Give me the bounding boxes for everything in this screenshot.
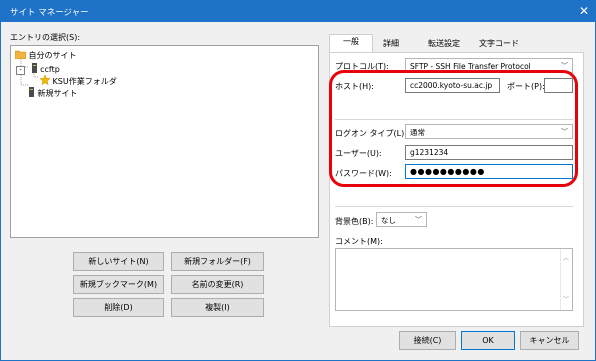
close-icon[interactable]: ✕ [579, 4, 589, 18]
server-icon [29, 87, 34, 97]
tab-advanced[interactable]: 詳細 [373, 37, 409, 51]
comment-textarea[interactable]: ︿ ﹀ [335, 248, 573, 311]
new-bookmark-button[interactable]: 新規ブックマーク(M) [73, 275, 164, 294]
chevron-down-icon: ﹀ [415, 216, 422, 224]
rename-button[interactable]: 名前の変更(R) [171, 275, 264, 294]
scrollbar[interactable]: ︿ ﹀ [560, 249, 572, 310]
ok-button[interactable]: OK [461, 331, 515, 350]
divider [335, 206, 573, 207]
bg-color-select[interactable]: なし ﹀ [376, 212, 427, 227]
title-bar: サイト マネージャー ✕ [1, 1, 595, 22]
chevron-up-icon[interactable]: ︿ [563, 252, 569, 266]
tree-item-label: KSU作業フォルダ [52, 77, 117, 86]
star-icon [39, 74, 51, 86]
collapse-icon[interactable]: - [16, 66, 25, 75]
bg-color-value: なし [381, 216, 396, 225]
new-site-button[interactable]: 新しいサイト(N) [73, 252, 164, 271]
folder-icon [14, 50, 27, 60]
tab-transfer-settings[interactable]: 転送設定 [419, 37, 469, 51]
tree-item-ccftp[interactable]: - ccftp [16, 63, 60, 75]
comment-label: コメント(M): [335, 237, 383, 246]
tab-charset[interactable]: 文字コード [471, 37, 527, 51]
site-manager-window: サイト マネージャー ✕ エントリの選択(S): 自分のサイト - ccftp [0, 0, 596, 361]
tree-item-ksu-folder[interactable]: KSU作業フォルダ [39, 74, 117, 87]
copy-button[interactable]: 複製(I) [171, 298, 264, 317]
highlight-annotation [329, 70, 578, 187]
tree-item-new-site[interactable]: 新規サイト [28, 87, 78, 99]
server-icon [31, 63, 37, 73]
tab-general[interactable]: 一般 [329, 34, 373, 53]
tree-item-label: ccftp [40, 65, 60, 74]
tree-item-label: 新規サイト [37, 89, 78, 98]
new-folder-button[interactable]: 新規フォルダー(F) [171, 252, 264, 271]
window-title: サイト マネージャー [10, 8, 89, 18]
select-entry-label: エントリの選択(S): [10, 33, 81, 42]
site-tree[interactable]: 自分のサイト - ccftp KSU作業フォルダ 新規サイト [10, 45, 319, 238]
cancel-button[interactable]: キャンセル [520, 331, 579, 350]
delete-button[interactable]: 削除(D) [73, 298, 164, 317]
bg-color-label: 背景色(B): [335, 217, 374, 226]
connect-button[interactable]: 接続(C) [399, 331, 456, 350]
chevron-down-icon[interactable]: ﹀ [563, 293, 569, 307]
